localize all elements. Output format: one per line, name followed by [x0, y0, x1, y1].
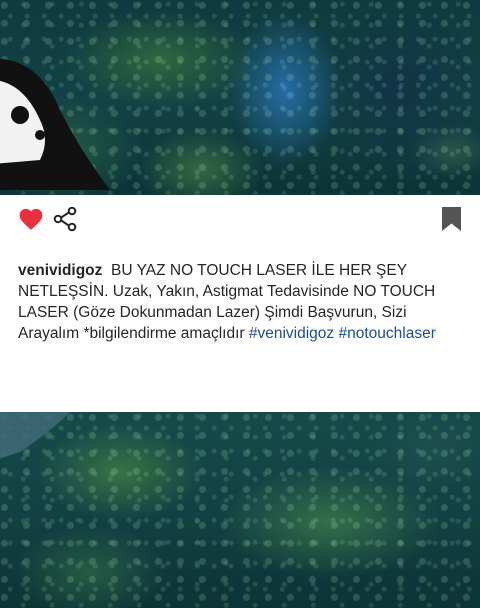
post-card: venividigoz BU YAZ NO TOUCH LASER İLE HE… [0, 195, 480, 412]
bookmark-icon[interactable] [442, 207, 461, 231]
post-image-top[interactable] [0, 0, 480, 195]
share-icon[interactable] [53, 206, 77, 232]
post-actions-bar [0, 195, 480, 245]
hashtag-notouchlaser[interactable]: #notouchlaser [339, 325, 436, 342]
post-username[interactable]: venividigoz [18, 262, 102, 279]
fish-tail-image [0, 412, 70, 459]
heart-icon[interactable] [18, 207, 44, 231]
fish-fin-image [0, 58, 110, 190]
post-caption: venividigoz BU YAZ NO TOUCH LASER İLE HE… [18, 260, 468, 344]
hashtag-venividigoz[interactable]: #venividigoz [249, 325, 334, 342]
post-image-bottom[interactable] [0, 412, 480, 608]
